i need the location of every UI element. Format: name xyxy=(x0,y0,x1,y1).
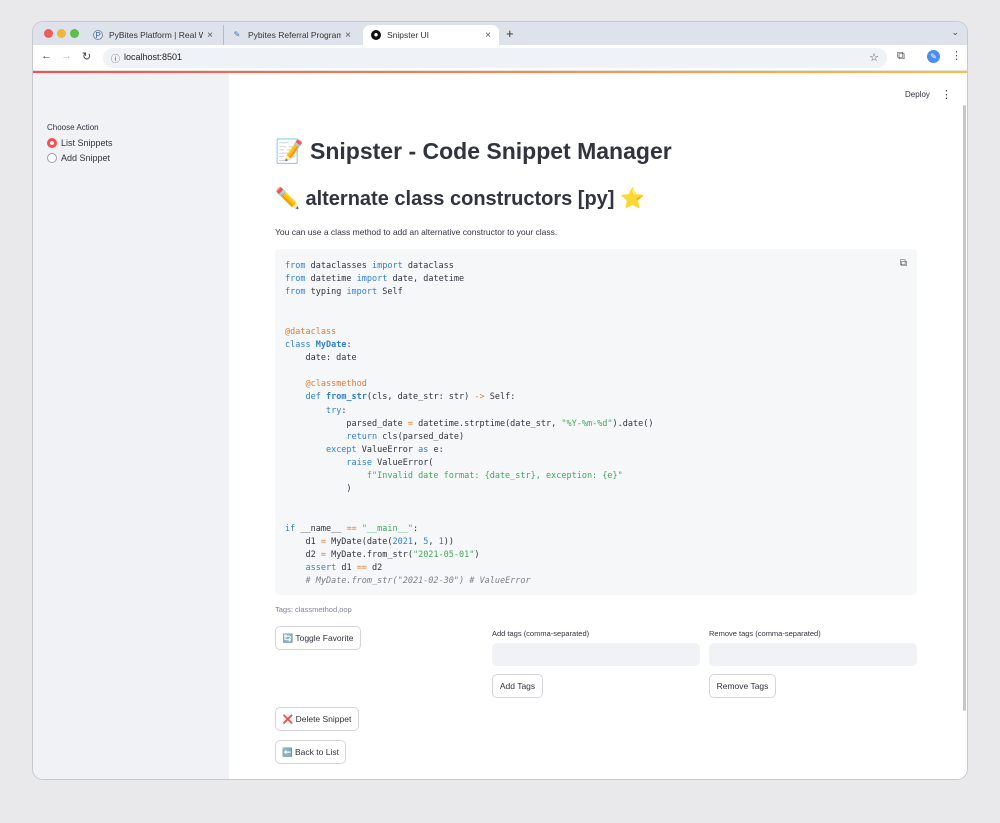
snippet-description: You can use a class method to add an alt… xyxy=(275,227,558,237)
sidebar: Choose Action List Snippets Add Snippet xyxy=(33,73,229,779)
radio-add-snippet[interactable]: Add Snippet xyxy=(47,153,110,163)
radio-selected-icon[interactable] xyxy=(47,138,57,148)
code-line: return cls(parsed_date) xyxy=(346,431,465,442)
remove-tags-label: Remove tags (comma-separated) xyxy=(709,629,821,638)
star-icon[interactable]: ☆ xyxy=(869,51,879,64)
tab-title: Pybites Referral Program | Py xyxy=(248,30,342,40)
app-menu-icon[interactable]: ⋮ xyxy=(941,88,952,101)
code-line: from dataclasses import dataclass xyxy=(285,261,454,271)
code-listing: from dataclasses import dataclass from da… xyxy=(285,260,654,589)
tags-caption: Tags: classmethod,oop xyxy=(275,605,352,614)
code-line: from datetime import date, datetime xyxy=(285,274,465,285)
code-line: @classmethod xyxy=(305,379,367,390)
scrollbar[interactable] xyxy=(963,105,966,711)
remove-tags-button[interactable]: Remove Tags xyxy=(709,674,776,698)
pybites-logo-icon: P xyxy=(93,30,103,40)
code-line: from typing import Self xyxy=(285,287,403,298)
sidebar-label: Choose Action xyxy=(47,123,99,132)
deploy-button[interactable]: Deploy xyxy=(905,90,930,99)
code-line: assert d1 == d2 xyxy=(305,563,383,574)
tab-strip: P PyBites Platform | Real World × ✎ Pybi… xyxy=(33,22,967,45)
browser-window: P PyBites Platform | Real World × ✎ Pybi… xyxy=(33,22,967,779)
tab-close-icon[interactable]: × xyxy=(207,30,213,41)
code-line: date: date xyxy=(285,352,357,363)
radio-list-snippets[interactable]: List Snippets xyxy=(47,138,113,148)
code-line: # MyDate.from_str("2021-02-30") # ValueE… xyxy=(305,576,531,587)
browser-tab-pybites-platform[interactable]: P PyBites Platform | Real World × xyxy=(85,25,221,45)
add-tags-button[interactable]: Add Tags xyxy=(492,674,543,698)
radio-label: List Snippets xyxy=(61,138,113,148)
code-line: f"Invalid date format: {date_str}, excep… xyxy=(366,471,623,482)
menu-icon[interactable]: ⋮ xyxy=(951,49,962,62)
feather-icon: ✎ xyxy=(233,30,241,39)
chevron-down-icon[interactable]: ⌄ xyxy=(951,27,959,38)
code-line: def from_str(cls, date_str: str) -> Self… xyxy=(305,392,516,403)
back-icon[interactable]: ← xyxy=(41,50,52,62)
code-line: try: xyxy=(325,405,347,416)
extensions-icon[interactable]: ⧉ xyxy=(897,50,905,63)
add-tags-input[interactable] xyxy=(492,643,700,666)
info-icon[interactable]: ⓘ xyxy=(111,52,120,65)
tab-close-icon[interactable]: × xyxy=(345,30,351,41)
code-line: if __name__ == "__main__": xyxy=(285,523,419,534)
minimize-window-button[interactable] xyxy=(57,29,66,38)
code-block: ⧉ from dataclasses import dataclass from … xyxy=(275,249,917,595)
browser-tab-snipster-ui[interactable]: ● Snipster UI × xyxy=(363,25,499,45)
add-tags-label: Add tags (comma-separated) xyxy=(492,629,590,638)
url-text[interactable]: localhost:8501 xyxy=(124,52,182,62)
remove-tags-input[interactable] xyxy=(709,643,917,666)
delete-snippet-button[interactable]: ❌ Delete Snippet xyxy=(275,707,359,731)
code-line: parsed_date = datetime.strptime(date_str… xyxy=(285,418,654,429)
code-line: except ValueError as e: xyxy=(325,444,444,455)
tab-title: Snipster UI xyxy=(387,30,430,40)
page-title: 📝 Snipster - Code Snippet Manager xyxy=(275,138,672,164)
snippet-title: ✏️ alternate class constructors [py] ⭐ xyxy=(275,188,645,210)
maximize-window-button[interactable] xyxy=(70,29,79,38)
radio-unselected-icon[interactable] xyxy=(47,153,57,163)
github-icon: ● xyxy=(371,30,381,40)
forward-icon[interactable]: → xyxy=(61,50,72,62)
close-window-button[interactable] xyxy=(44,29,53,38)
browser-tab-referral-program[interactable]: ✎ Pybites Referral Program | Py × xyxy=(223,25,359,45)
code-line: d2 = MyDate.from_str("2021-05-01") xyxy=(285,550,480,561)
code-line: ) xyxy=(285,484,352,495)
copy-icon[interactable]: ⧉ xyxy=(900,258,907,269)
reload-icon[interactable]: ↻ xyxy=(82,50,91,63)
code-line: class MyDate: xyxy=(285,339,352,350)
main-content: Deploy ⋮ 📝 Snipster - Code Snippet Manag… xyxy=(229,73,967,779)
code-line: raise ValueError( xyxy=(346,458,434,469)
address-bar[interactable]: ⓘ localhost:8501 ☆ xyxy=(103,48,887,68)
radio-label: Add Snippet xyxy=(61,153,111,163)
profile-icon[interactable]: ✎ xyxy=(927,50,940,63)
toggle-favorite-button[interactable]: 🔄 Toggle Favorite xyxy=(275,626,361,650)
tab-close-icon[interactable]: × xyxy=(485,30,491,41)
code-line: @dataclass xyxy=(285,326,337,337)
new-tab-icon[interactable]: + xyxy=(506,26,514,41)
back-to-list-button[interactable]: ⬅️ Back to List xyxy=(275,740,346,764)
tab-title: PyBites Platform | Real World xyxy=(109,30,204,40)
code-line: d1 = MyDate(date(2021, 5, 1)) xyxy=(285,536,454,547)
browser-toolbar: ← → ↻ ⓘ localhost:8501 ☆ ⧉ ✎ ⋮ xyxy=(33,45,967,71)
